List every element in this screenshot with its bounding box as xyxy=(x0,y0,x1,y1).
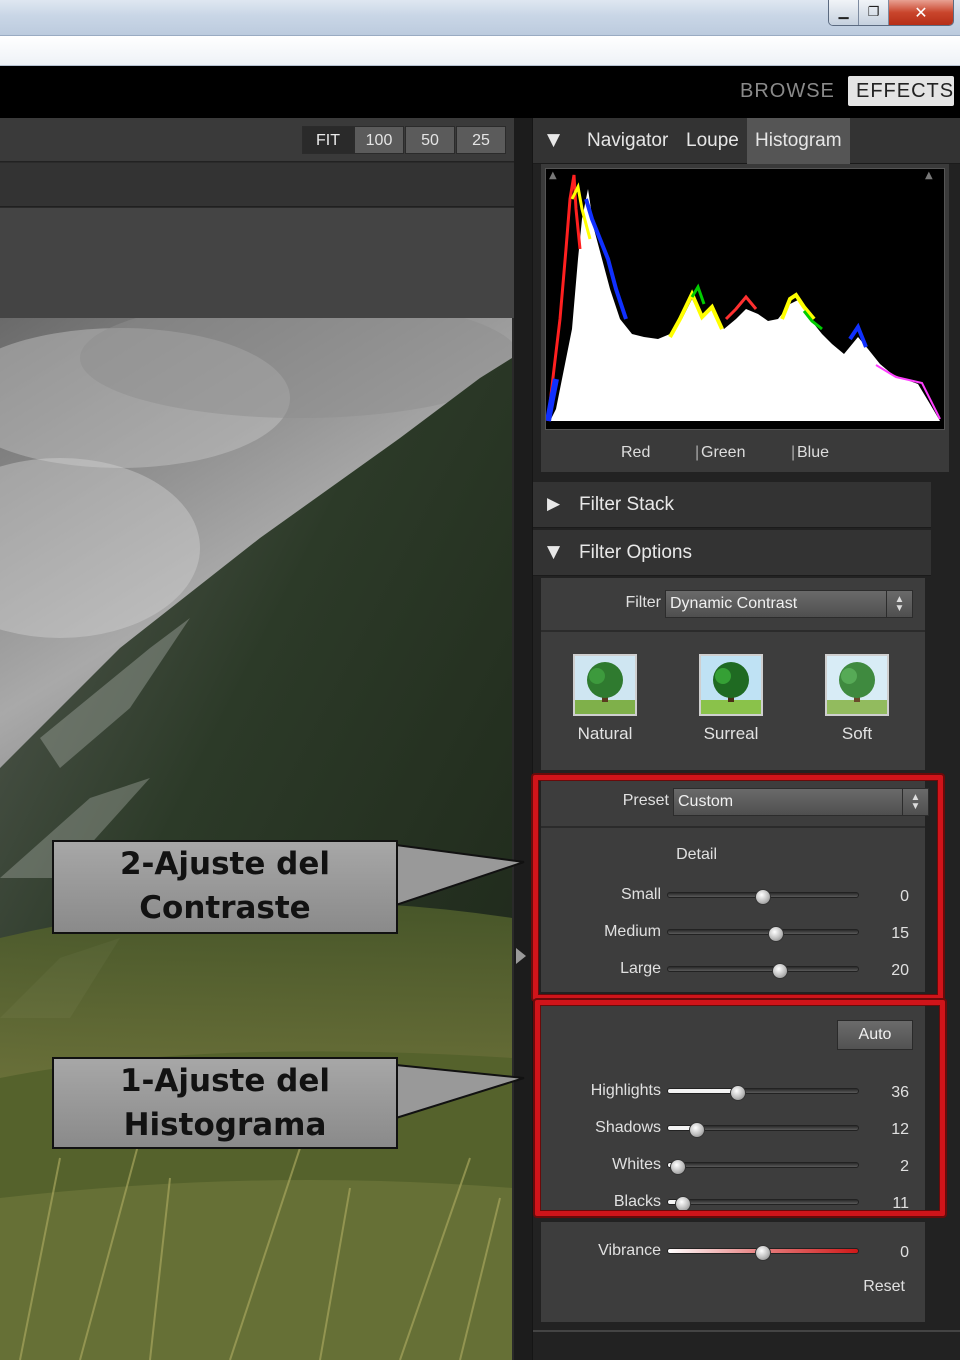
slider-track-vibrance[interactable] xyxy=(667,1245,859,1261)
filter-label: Filter xyxy=(625,594,661,611)
browse-mode-button[interactable]: BROWSE xyxy=(732,76,843,106)
highlight-clipping-icon[interactable]: ▲ xyxy=(925,170,933,181)
style-label-natural: Natural xyxy=(577,724,633,743)
slider-handle-vibrance[interactable] xyxy=(755,1245,771,1261)
style-label-soft: Soft xyxy=(841,724,873,743)
style-thumb-soft[interactable] xyxy=(825,654,889,716)
filter-type-section: Filter Dynamic Contrast ▲ ▼ Natural Surre… xyxy=(541,578,925,770)
style-label-surreal: Surreal xyxy=(703,724,759,743)
channel-green[interactable]: Green xyxy=(701,444,745,462)
navigator-header: ▼ Navigator Loupe Histogram xyxy=(533,118,960,164)
channel-red[interactable]: Red xyxy=(621,444,650,462)
channel-divider-1: | xyxy=(695,444,700,461)
collapse-triangle-icon[interactable]: ▼ xyxy=(547,130,560,150)
tab-histogram[interactable]: Histogram xyxy=(747,118,850,164)
callout-histogram-line2: Histograma xyxy=(123,1107,327,1143)
dropdown-spinner-icon: ▲ ▼ xyxy=(886,591,912,617)
filter-options-header[interactable]: ▼ Filter Options xyxy=(533,530,931,576)
expand-triangle-icon[interactable]: ▶ xyxy=(547,494,560,514)
channel-blue[interactable]: Blue xyxy=(797,444,829,462)
slider-row-vibrance: Vibrance 0 xyxy=(541,1236,925,1266)
channel-divider-2: | xyxy=(791,444,796,461)
histogram-panel: ▲ ▲ Red | Green | Blue xyxy=(541,164,949,472)
callout-contrast-label: 2-Ajuste del Contraste xyxy=(52,840,398,934)
filter-options-title: Filter Options xyxy=(579,542,692,563)
tab-loupe[interactable]: Loupe xyxy=(686,118,739,164)
restore-button[interactable]: ❐ xyxy=(859,0,889,25)
callout-contrast-line1: 2-Ajuste del xyxy=(119,846,331,882)
filter-dropdown[interactable]: Dynamic Contrast ▲ ▼ xyxy=(665,590,913,618)
callout-contrast-line2: Contraste xyxy=(139,890,311,926)
minimize-button[interactable]: ▁ xyxy=(829,0,859,25)
collapse-triangle-icon[interactable]: ▼ xyxy=(547,542,560,562)
histogram-chart xyxy=(545,168,945,430)
vibrance-section: Vibrance 0 Reset xyxy=(541,1222,925,1322)
close-button[interactable]: ✕ xyxy=(889,0,953,25)
style-thumb-surreal[interactable] xyxy=(699,654,763,716)
window-controls: ▁ ❐ ✕ xyxy=(828,0,954,26)
filter-stack-title: Filter Stack xyxy=(579,494,675,515)
slider-label-vibrance: Vibrance xyxy=(598,1242,661,1259)
callout-histogram-label: 1-Ajuste del Histograma xyxy=(52,1057,398,1149)
tab-navigator[interactable]: Navigator xyxy=(587,118,668,164)
callout-histogram-line1: 1-Ajuste del xyxy=(119,1063,331,1099)
reset-button[interactable]: Reset xyxy=(811,1278,905,1296)
slider-value-vibrance: 0 xyxy=(900,1244,909,1261)
shadow-clipping-icon[interactable]: ▲ xyxy=(549,170,557,181)
annotation-box-histogram xyxy=(535,1000,945,1216)
style-thumb-natural[interactable] xyxy=(573,654,637,716)
filter-dropdown-value: Dynamic Contrast xyxy=(670,595,798,612)
effects-mode-button[interactable]: EFFECTS xyxy=(848,76,954,106)
annotation-box-contrast xyxy=(533,775,943,1000)
filter-stack-header[interactable]: ▶ Filter Stack xyxy=(533,482,931,528)
